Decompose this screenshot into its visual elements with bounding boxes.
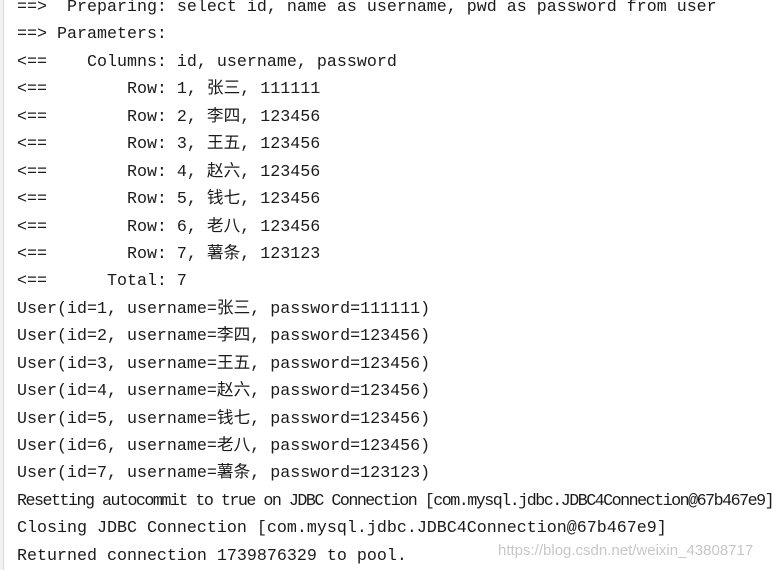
console-line: Resetting autocommit to true on JDBC Con… <box>17 491 775 511</box>
console-line: <== Total: 7 <box>17 272 187 292</box>
console-line: User(id=2, username=李四, password=123456) <box>17 327 431 347</box>
console-line: <== Row: 3, 王五, 123456 <box>17 135 321 155</box>
console-line: User(id=7, username=薯条, password=123123) <box>17 464 431 484</box>
console-line: <== Row: 5, 钱七, 123456 <box>17 190 321 210</box>
console-line: User(id=4, username=赵六, password=123456) <box>17 382 431 402</box>
console-line: <== Row: 1, 张三, 111111 <box>17 80 321 100</box>
console-line: ==> Parameters: <box>17 25 177 45</box>
console-line: <== Row: 7, 薯条, 123123 <box>17 244 321 264</box>
console-line: Closing JDBC Connection [com.mysql.jdbc.… <box>17 519 667 539</box>
console-output[interactable]: ==> Preparing: select id, name as userna… <box>17 0 778 570</box>
console-line: User(id=6, username=老八, password=123456) <box>17 437 431 456</box>
console-line: User(id=5, username=钱七, password=123456) <box>17 409 431 429</box>
editor-gutter-edge <box>0 0 4 570</box>
console-line: <== Row: 6, 老八, 123456 <box>17 217 321 237</box>
console-line: <== Columns: id, username, password <box>17 52 397 72</box>
watermark: https://blog.csdn.net/weixin_43808717 <box>498 542 754 559</box>
console-line: ==> Preparing: select id, name as userna… <box>17 0 717 17</box>
console-line: <== Row: 4, 赵六, 123456 <box>17 162 321 182</box>
console-line: User(id=3, username=王五, password=123456) <box>17 354 431 374</box>
console-line: User(id=1, username=张三, password=111111) <box>17 299 431 319</box>
console-line: <== Row: 2, 李四, 123456 <box>17 107 321 127</box>
